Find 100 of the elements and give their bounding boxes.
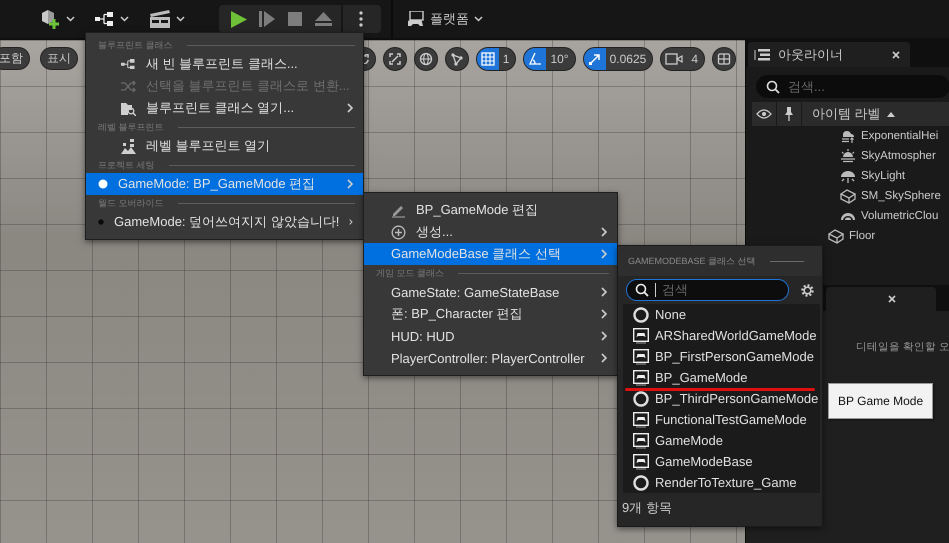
gamepad-icon <box>633 348 649 364</box>
menu-item[interactable]: 폰: BP_Character 편집 <box>364 303 617 325</box>
ring-icon <box>633 474 649 490</box>
list-icon <box>754 48 770 60</box>
surface-snap-button[interactable] <box>444 46 469 70</box>
gamepad-icon <box>633 328 649 344</box>
viewport-layout-button[interactable] <box>712 46 736 70</box>
column-header: 아이템 라벨 <box>812 105 881 123</box>
menu-item[interactable]: PlayerController: PlayerController <box>364 347 617 369</box>
class-list-item[interactable]: GameModeBase <box>623 451 820 472</box>
snap-value: 0.0625 <box>608 52 648 66</box>
eject-icon <box>314 12 332 26</box>
play-icon <box>231 10 247 28</box>
menu-item[interactable]: 생성... <box>364 221 617 243</box>
scale-icon <box>388 52 402 66</box>
menu-item[interactable]: 레벨 블루프린트 열기 <box>86 135 363 157</box>
class-list-item[interactable]: BP_FirstPersonGameMode <box>623 346 820 367</box>
sun-icon <box>840 148 856 164</box>
eye-icon <box>756 109 772 119</box>
menu-item[interactable]: 새 빈 블루프린트 클래스... <box>86 53 363 75</box>
scale-tool-button[interactable] <box>382 46 407 70</box>
menu-section-heading: 월드 오버라이드 <box>98 196 164 210</box>
gamepad-icon <box>633 412 649 428</box>
cube-icon <box>828 228 844 244</box>
class-list-item[interactable]: ARSharedWorldGameMode <box>623 325 820 346</box>
caret-icon <box>66 16 75 22</box>
camera-speed-value: 4 <box>690 52 699 66</box>
grid-icon <box>480 52 495 66</box>
pin-icon <box>784 106 794 122</box>
rotation-snap-button[interactable] <box>524 48 546 70</box>
ring-icon <box>633 306 649 322</box>
gamepad-icon <box>407 11 425 27</box>
menu-section-heading: 게임 모드 클래스 <box>376 266 444 280</box>
outliner-row[interactable]: SkyAtmospher <box>746 146 949 166</box>
more-icon <box>359 11 363 27</box>
fog-icon <box>840 128 856 144</box>
outliner-tab[interactable]: 아웃라이너 <box>748 42 910 67</box>
class-list-item[interactable]: RenderToTexture_Game <box>623 472 820 493</box>
close-icon[interactable] <box>892 50 900 58</box>
viewport-toggle-button[interactable]: 표시 <box>40 47 78 70</box>
picker-heading: GAMEMODEBASE 클래스 선택 <box>628 254 756 268</box>
camera-icon <box>665 52 684 64</box>
class-list-item[interactable]: FunctionalTestGameMode <box>623 409 820 430</box>
globe-icon <box>418 52 433 66</box>
clapperboard-icon <box>149 9 171 29</box>
caret-icon <box>176 16 185 22</box>
angle-icon <box>528 52 542 66</box>
gamepad-icon <box>633 432 649 448</box>
vertex-icon <box>450 52 464 66</box>
grid-snap-button[interactable] <box>476 48 499 70</box>
outliner-row[interactable]: SkyLight <box>746 166 949 186</box>
search-icon <box>766 80 780 94</box>
menu-item[interactable]: GameMode: 덮어쓰여지지 않았습니다! <box>86 211 363 233</box>
snap-value: 10° <box>549 52 570 66</box>
menu-item[interactable]: BP_GameMode 편집 <box>364 199 617 221</box>
cube-icon <box>840 188 856 204</box>
node-graph-icon <box>95 12 115 26</box>
gamepad-icon <box>633 454 649 470</box>
bp-game-mode-tooltip: BP Game Mode <box>828 383 934 419</box>
outliner-row[interactable]: VolumetricClou <box>746 206 949 226</box>
menu-section-heading: 프로젝트 세팅 <box>98 158 155 172</box>
gamepad-icon <box>633 370 649 386</box>
menu-section-heading: 블루프린트 클래스 <box>98 38 173 52</box>
scale-arrow-icon <box>588 52 602 66</box>
skylight-icon <box>840 168 856 184</box>
class-list-item[interactable]: GameMode <box>623 430 820 451</box>
item-count: 9개 항목 <box>621 499 673 517</box>
cube-plus-icon <box>39 8 61 30</box>
sort-ascending-icon <box>886 112 895 116</box>
class-list-item[interactable]: BP_GameMode <box>623 367 820 388</box>
viewport-toggle-button[interactable]: 포함 <box>0 47 30 70</box>
menu-item[interactable]: GameModeBase 클래스 선택 <box>364 243 617 265</box>
caret-icon <box>120 16 129 22</box>
menu-item[interactable]: HUD: HUD <box>364 325 617 347</box>
search-icon <box>635 283 649 297</box>
class-list-item[interactable]: None <box>623 304 820 325</box>
level-icon <box>121 138 136 154</box>
shuffle-icon <box>121 80 136 92</box>
menu-item[interactable]: GameState: GameStateBase <box>364 281 617 303</box>
close-icon[interactable] <box>888 295 896 303</box>
details-hint: 디테일을 확인할 오 <box>856 341 949 353</box>
stop-icon <box>288 12 302 26</box>
outliner-row[interactable]: ExponentialHei <box>746 126 949 146</box>
layout-icon <box>717 52 731 66</box>
menu-section-heading: 레벨 블루프린트 <box>98 120 164 134</box>
menu-item[interactable]: GameMode: BP_GameMode 편집 <box>86 173 363 195</box>
world-space-button[interactable] <box>414 46 438 70</box>
class-list-item[interactable]: BP_ThirdPersonGameMode <box>623 388 820 409</box>
ring-icon <box>633 390 649 406</box>
platform-button[interactable]: 플랫폼 <box>403 10 487 28</box>
settings-icon[interactable] <box>799 282 816 298</box>
step-icon <box>259 11 275 27</box>
outliner-row[interactable]: Floor <box>746 226 949 246</box>
scale-snap-button[interactable] <box>584 48 606 70</box>
folder-search-icon <box>121 100 136 116</box>
node-graph-icon <box>121 58 136 70</box>
outliner-row[interactable]: SM_SkySphere <box>746 186 949 206</box>
menu-item[interactable]: 블루프린트 클래스 열기... <box>86 97 363 119</box>
snap-value: 1 <box>502 52 510 66</box>
plus-circle-icon <box>391 224 406 240</box>
